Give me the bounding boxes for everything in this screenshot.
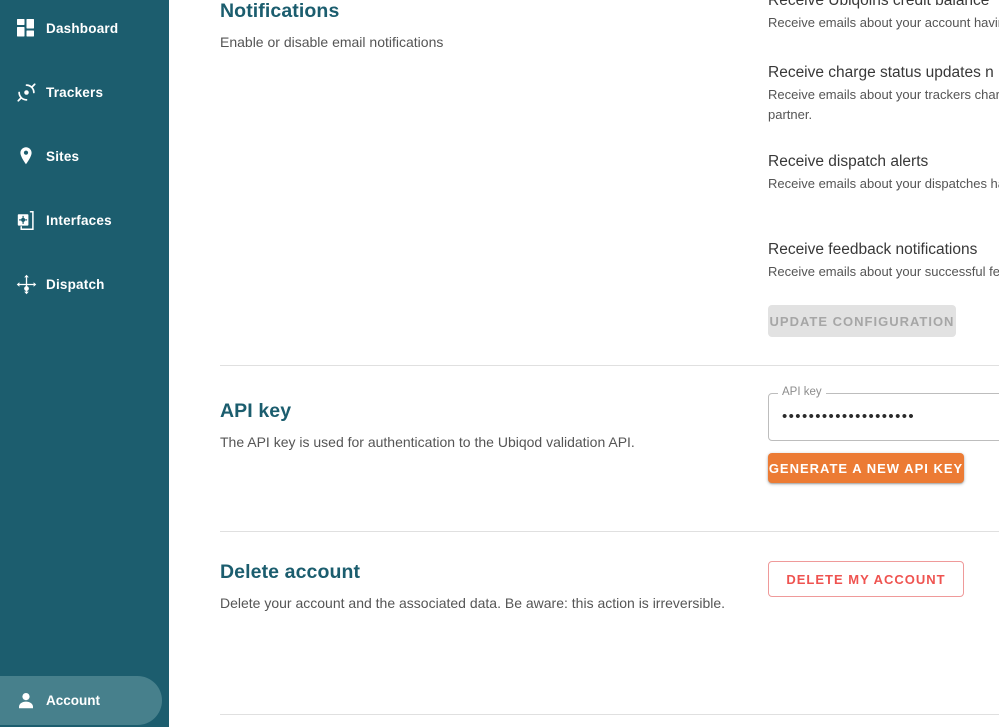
notification-option-dispatch-alerts[interactable]: Receive dispatch alerts Receive emails a… <box>768 153 999 194</box>
generate-api-key-button[interactable]: GENERATE A NEW API KEY <box>768 453 964 483</box>
notification-option-title: Receive Ubiqoins credit balance <box>768 0 990 9</box>
sidebar-item-dispatch[interactable]: Dispatch <box>0 256 169 312</box>
account-settings-page: Dashboard Trackers Sites Interfaces Disp… <box>0 0 999 727</box>
sidebar-item-sites[interactable]: Sites <box>0 128 169 184</box>
main-content: Notifications Enable or disable email no… <box>169 0 999 727</box>
divider-apikey-delete <box>220 531 999 532</box>
api-key-title: API key <box>220 400 292 422</box>
notification-option-title: Receive feedback notifications <box>768 241 978 258</box>
person-icon <box>6 691 46 711</box>
tracker-icon <box>6 82 46 103</box>
delete-account-section: Delete account Delete your account and t… <box>169 561 999 671</box>
sidebar-item-dashboard[interactable]: Dashboard <box>0 0 169 56</box>
notification-option-description: Receive emails about your account havin <box>768 14 999 30</box>
notification-option-description: Receive emails about your successful fe <box>768 263 999 279</box>
sidebar: Dashboard Trackers Sites Interfaces Disp… <box>0 0 169 727</box>
map-pin-icon <box>6 146 46 166</box>
divider-page-bottom <box>220 714 999 715</box>
notification-option-description: Receive emails about your dispatches ha … <box>768 175 999 191</box>
update-configuration-button[interactable]: UPDATE CONFIGURATION <box>768 305 956 337</box>
notification-option-title: Receive charge status updates n <box>768 64 994 81</box>
sidebar-item-label: Trackers <box>46 84 104 100</box>
move-arrows-icon <box>6 274 46 295</box>
notification-option-ubiqoins-credit-balance[interactable]: Receive Ubiqoins credit balance Receive … <box>768 0 999 33</box>
delete-account-title: Delete account <box>220 561 361 583</box>
generate-api-key-button-wrap: GENERATE A NEW API KEY <box>768 453 968 483</box>
page-title: Notifications <box>220 0 340 22</box>
notification-option-description: Receive emails about your trackers charg… <box>768 86 999 123</box>
api-key-input[interactable]: •••••••••••••••••••• <box>782 408 999 425</box>
sidebar-nav-list: Dashboard Trackers Sites Interfaces Disp… <box>0 0 169 320</box>
api-key-field[interactable]: API key •••••••••••••••••••• <box>768 386 999 441</box>
sidebar-item-label: Sites <box>46 148 80 164</box>
notification-option-title: Receive dispatch alerts <box>768 153 929 170</box>
notifications-description: Enable or disable email notifications <box>220 34 444 50</box>
notification-option-feedback-notifications[interactable]: Receive feedback notifications Receive e… <box>768 241 999 282</box>
notifications-section: Notifications Enable or disable email no… <box>169 0 999 360</box>
api-key-field-label: API key <box>778 386 826 400</box>
delete-my-account-button[interactable]: DELETE MY ACCOUNT <box>768 561 964 597</box>
api-key-section: API key The API key is used for authenti… <box>169 386 999 530</box>
interface-device-icon <box>6 210 46 231</box>
update-configuration-button-wrap: UPDATE CONFIGURATION <box>768 305 968 337</box>
delete-account-button-wrap: DELETE MY ACCOUNT <box>768 561 968 597</box>
dashboard-icon <box>6 18 46 38</box>
sidebar-item-label: Dashboard <box>46 20 119 36</box>
sidebar-item-interfaces[interactable]: Interfaces <box>0 192 169 248</box>
sidebar-item-label: Account <box>46 693 100 708</box>
divider-notifications-apikey <box>220 365 999 366</box>
api-key-description: The API key is used for authentication t… <box>220 434 635 450</box>
delete-account-description: Delete your account and the associated d… <box>220 595 726 611</box>
sidebar-item-label: Dispatch <box>46 276 105 292</box>
sidebar-item-trackers[interactable]: Trackers <box>0 64 169 120</box>
notification-option-charge-status-updates[interactable]: Receive charge status updates n Receive … <box>768 64 999 126</box>
sidebar-item-label: Interfaces <box>46 212 112 228</box>
sidebar-item-account[interactable]: Account <box>0 676 162 725</box>
